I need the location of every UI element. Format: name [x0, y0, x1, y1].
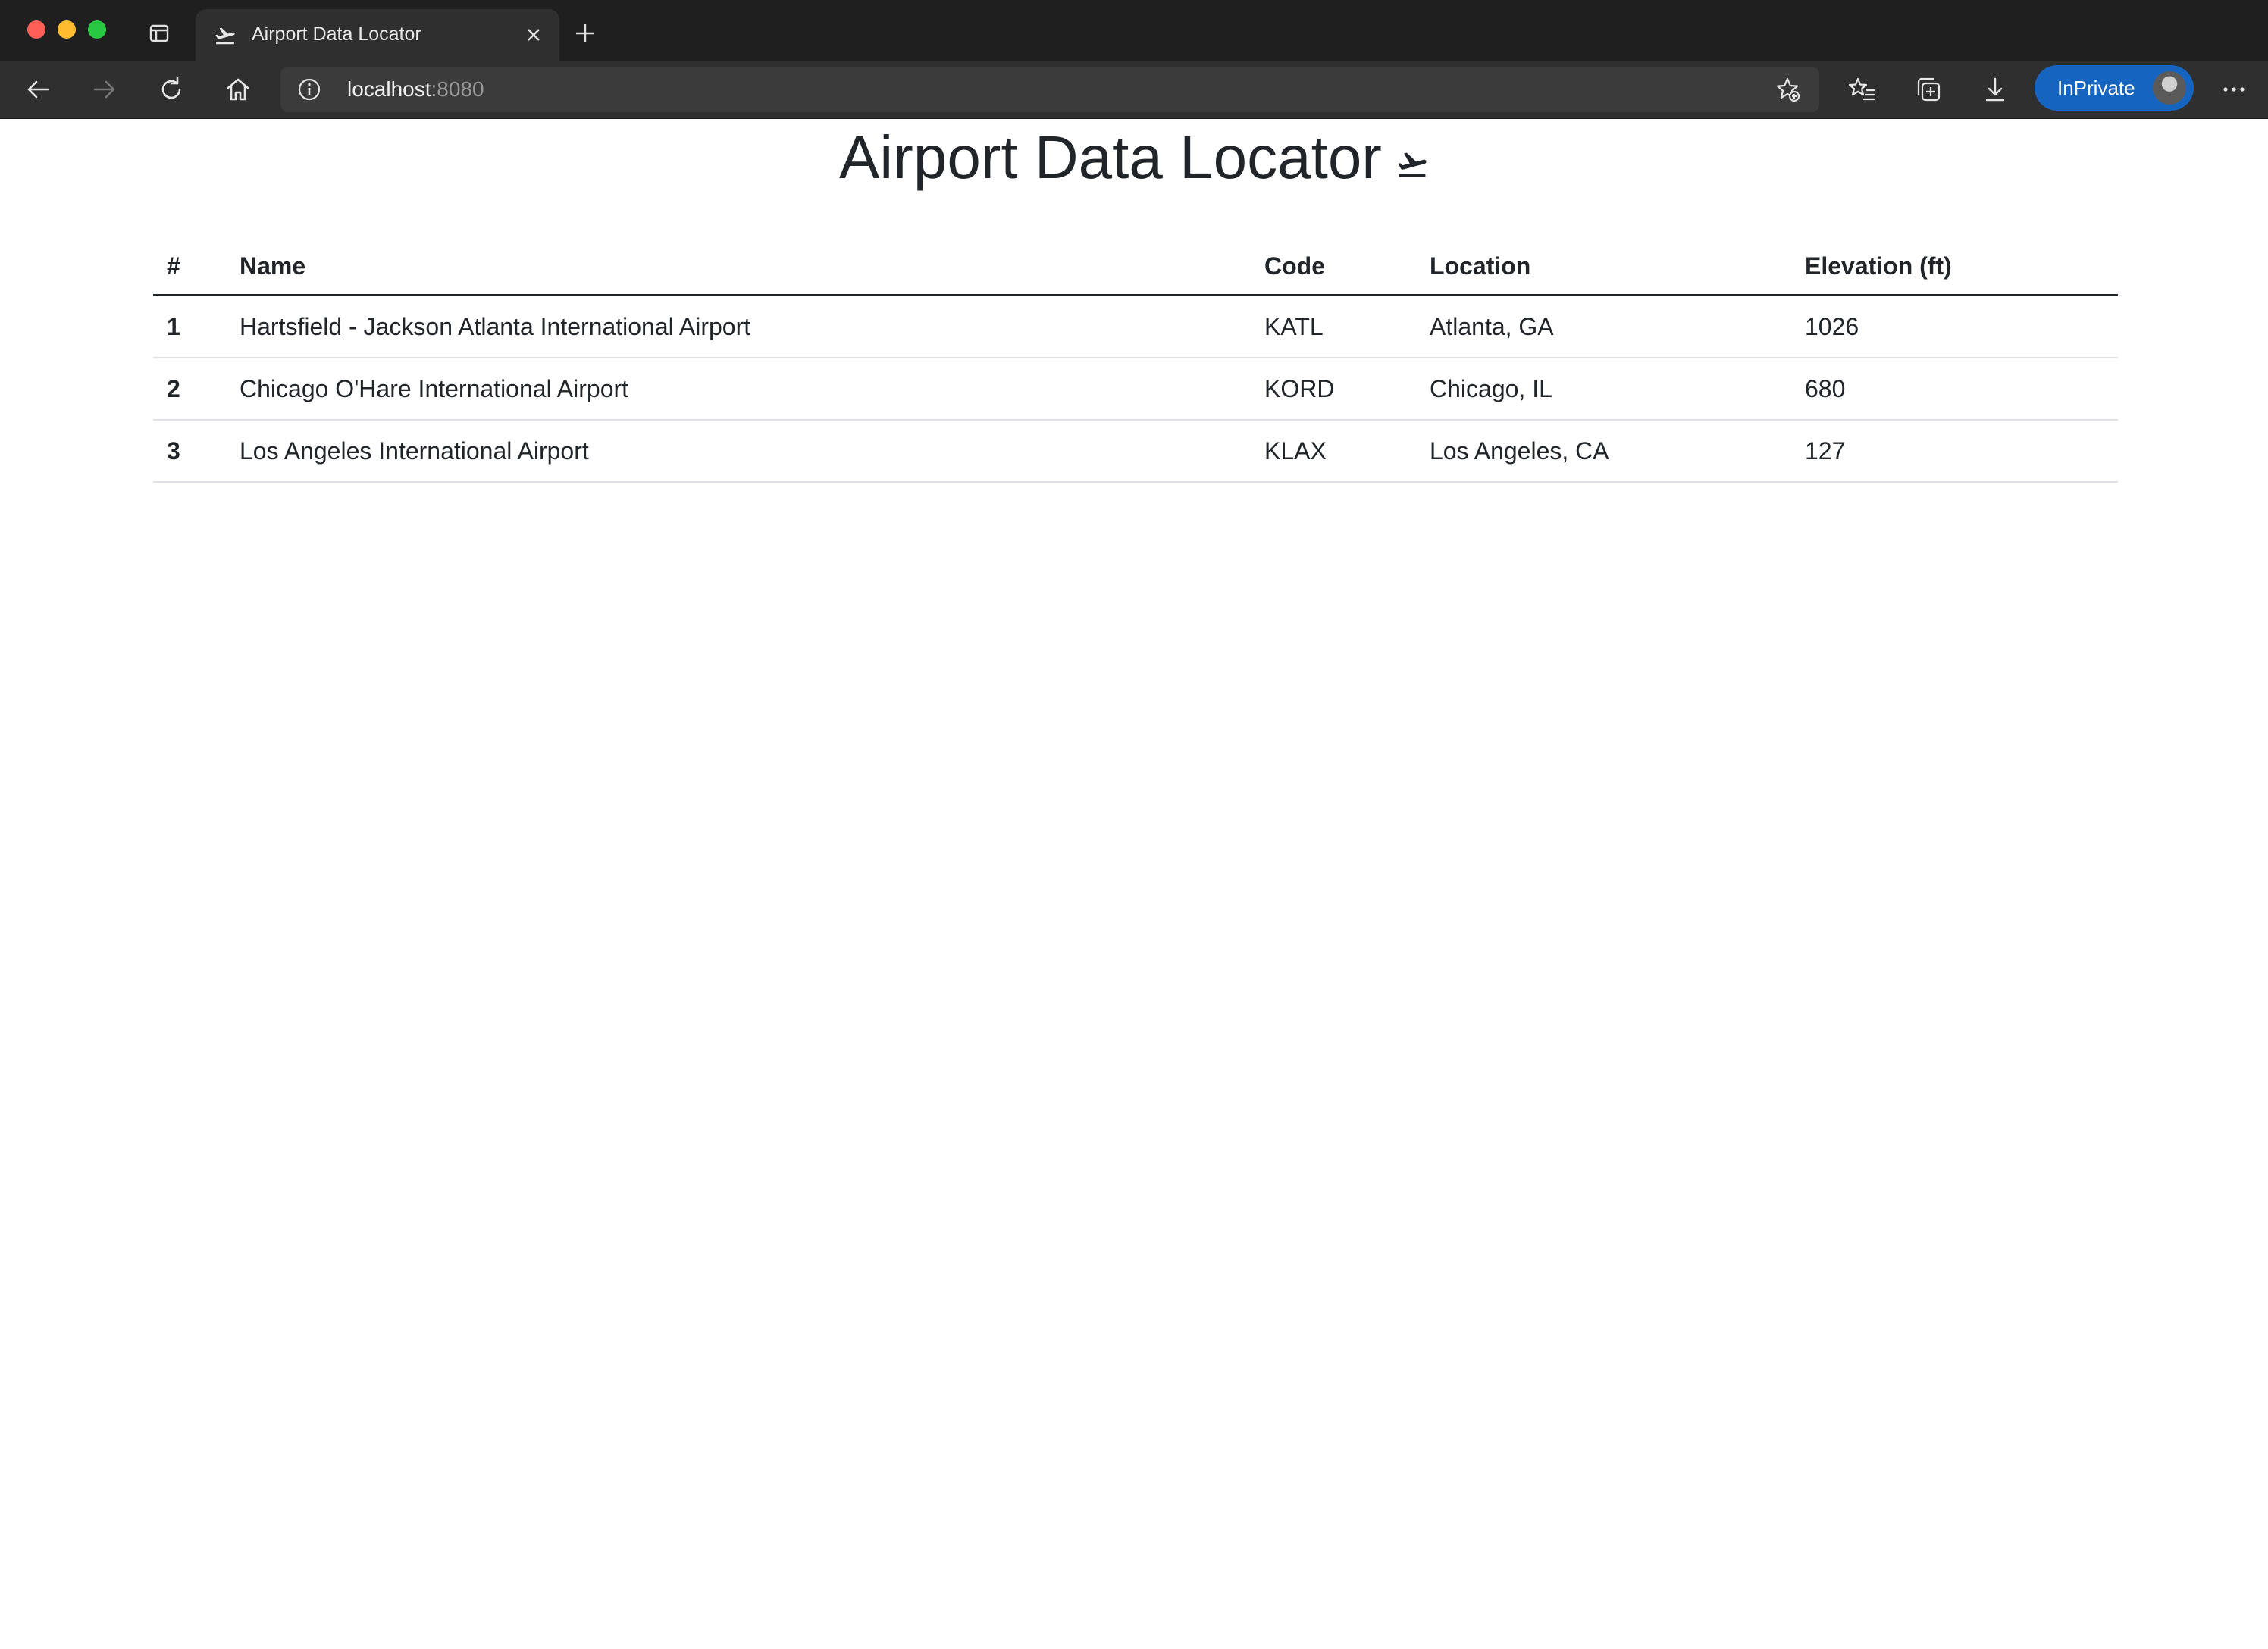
forward-icon: [93, 80, 115, 99]
tab-actions-icon[interactable]: [149, 23, 170, 44]
info-icon[interactable]: [297, 77, 321, 102]
back-icon[interactable]: [23, 75, 52, 104]
page-title-text: Airport Data Locator: [839, 124, 1382, 191]
browser-titlebar: Airport Data Locator: [0, 0, 2268, 61]
column-header-elevation: Elevation (ft): [1791, 238, 2118, 296]
airport-code: KLAX: [1251, 420, 1416, 483]
column-header-index: #: [153, 238, 226, 296]
page-title: Airport Data Locator: [0, 121, 2268, 194]
browser-tab[interactable]: Airport Data Locator: [196, 9, 559, 61]
url-port: :8080: [431, 77, 484, 101]
table-row: 2 Chicago O'Hare International Airport K…: [153, 358, 2118, 421]
airport-location: Chicago, IL: [1416, 358, 1791, 421]
airport-location: Atlanta, GA: [1416, 295, 1791, 358]
table-row: 3 Los Angeles International Airport KLAX…: [153, 420, 2118, 483]
url-host: localhost: [347, 77, 431, 101]
collections-icon[interactable]: [1914, 75, 1943, 104]
favorites-icon[interactable]: [1847, 75, 1876, 104]
row-index: 3: [153, 420, 226, 483]
column-header-name: Name: [226, 238, 1251, 296]
airport-name: Hartsfield - Jackson Atlanta Internation…: [226, 295, 1251, 358]
airport-name: Los Angeles International Airport: [226, 420, 1251, 483]
refresh-icon[interactable]: [157, 75, 186, 104]
airport-elevation: 680: [1791, 358, 2118, 421]
url-text: localhost:8080: [347, 77, 484, 102]
row-index: 1: [153, 295, 226, 358]
column-header-code: Code: [1251, 238, 1416, 296]
close-tab-icon[interactable]: [525, 26, 543, 44]
airplane-takeoff-icon: [215, 27, 235, 45]
table-header-row: # Name Code Location Elevation (ft): [153, 238, 2118, 296]
table-row: 1 Hartsfield - Jackson Atlanta Internati…: [153, 295, 2118, 358]
column-header-location: Location: [1416, 238, 1791, 296]
inprivate-button[interactable]: InPrivate: [2035, 65, 2194, 111]
airplane-takeoff-icon: [1398, 152, 1427, 177]
new-tab-icon[interactable]: [573, 21, 597, 45]
airport-code: KORD: [1251, 358, 1416, 421]
airport-elevation: 1026: [1791, 295, 2118, 358]
browser-toolbar: localhost:8080 InPrivate: [0, 61, 2268, 119]
row-index: 2: [153, 358, 226, 421]
tab-title: Airport Data Locator: [252, 23, 421, 45]
home-icon[interactable]: [224, 75, 252, 104]
more-options-icon[interactable]: [2219, 75, 2248, 104]
airport-location: Los Angeles, CA: [1416, 420, 1791, 483]
airport-name: Chicago O'Hare International Airport: [226, 358, 1251, 421]
avatar: [2153, 71, 2186, 105]
add-favorite-icon[interactable]: [1774, 76, 1801, 103]
address-bar[interactable]: localhost:8080: [280, 67, 1819, 112]
airport-code: KATL: [1251, 295, 1416, 358]
downloads-icon[interactable]: [1981, 75, 2010, 104]
close-window-button[interactable]: [27, 20, 45, 39]
airport-elevation: 127: [1791, 420, 2118, 483]
inprivate-label: InPrivate: [2057, 77, 2135, 99]
minimize-window-button[interactable]: [58, 20, 76, 39]
maximize-window-button[interactable]: [88, 20, 106, 39]
airports-table: # Name Code Location Elevation (ft) 1 Ha…: [153, 238, 2118, 483]
